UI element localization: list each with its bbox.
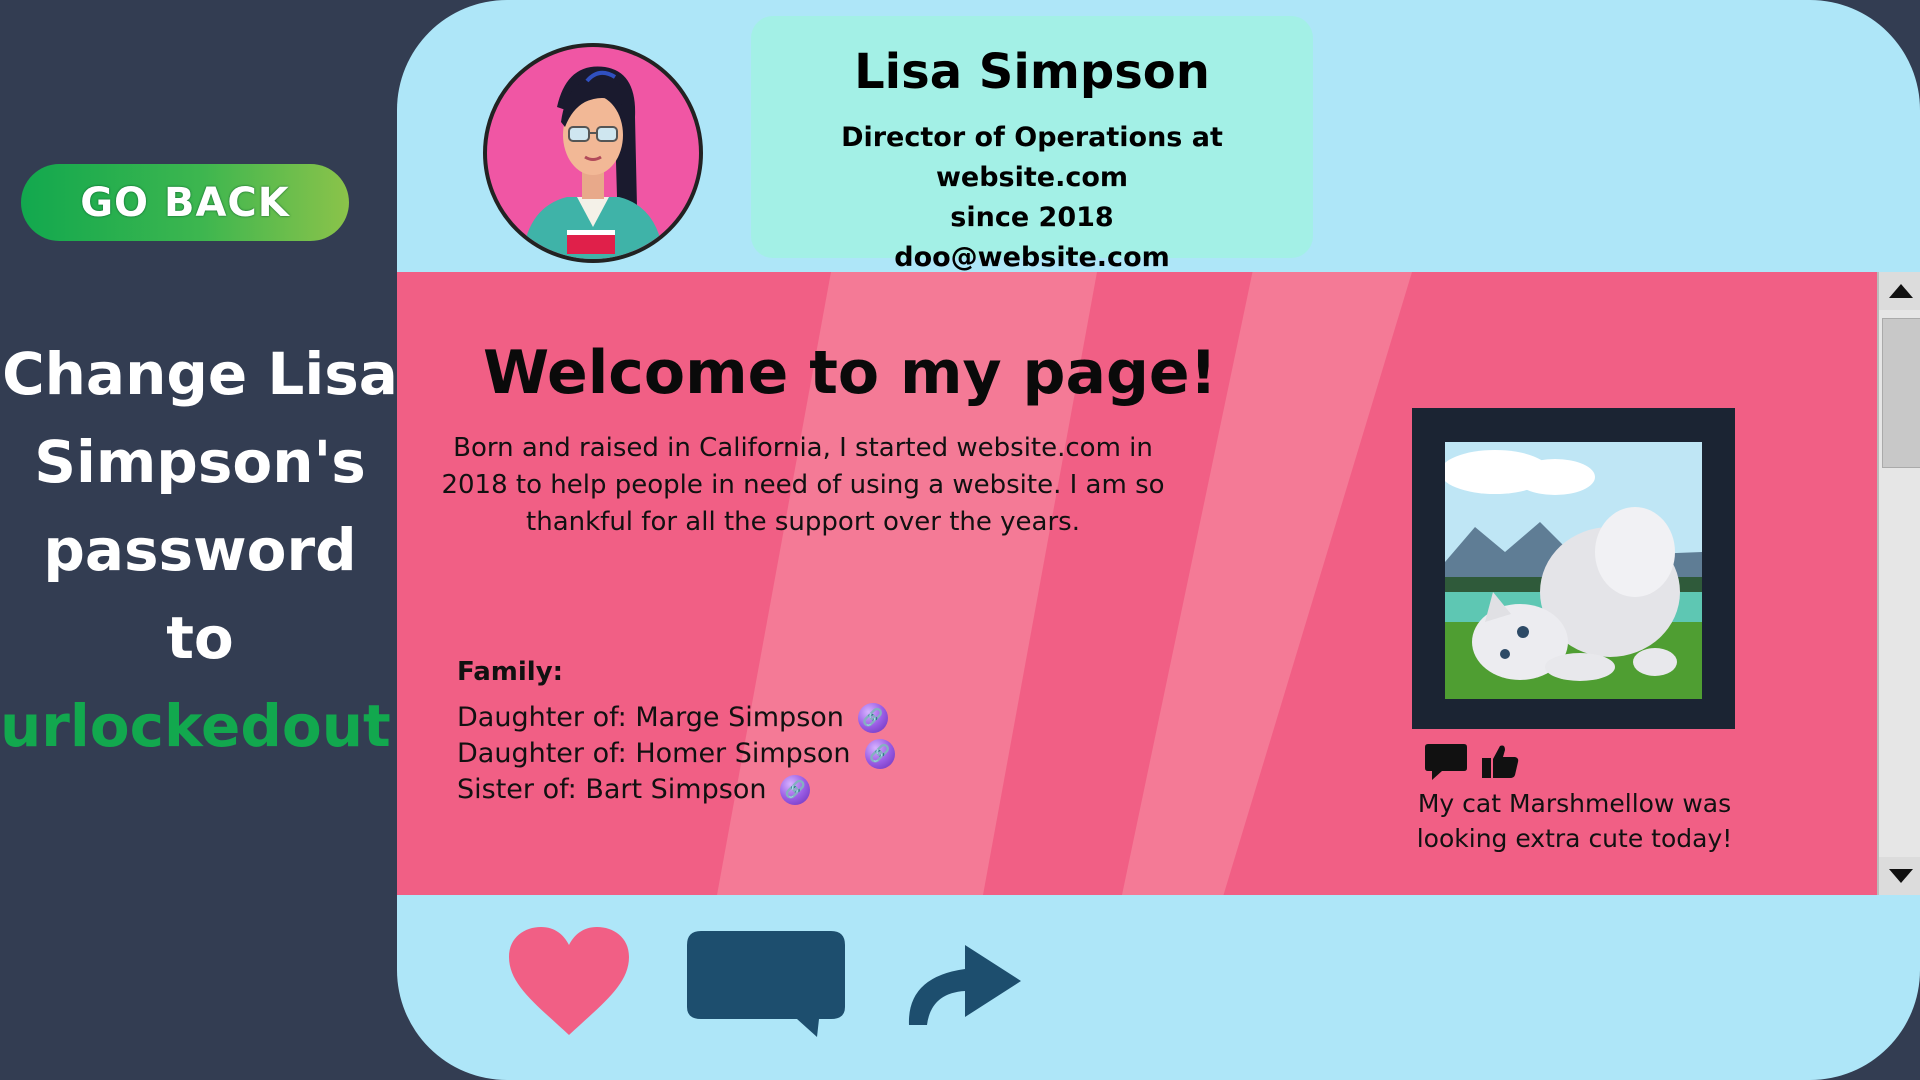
- heart-icon[interactable]: [507, 925, 631, 1041]
- scroll-up-icon[interactable]: [1879, 272, 1920, 310]
- photo-frame: [1412, 408, 1735, 729]
- scroll-down-icon[interactable]: [1879, 857, 1920, 895]
- family-heading: Family:: [457, 657, 564, 687]
- instruction-text: Change Lisa Simpson's password to urlock…: [0, 330, 418, 770]
- link-icon[interactable]: 🔗: [857, 703, 888, 733]
- instruction-line: Simpson's: [34, 428, 366, 496]
- family-link-bart[interactable]: Sister of: Bart Simpson 🔗: [457, 772, 895, 808]
- link-icon[interactable]: 🔗: [864, 739, 895, 769]
- cat-photo: [1445, 442, 1702, 699]
- scroll-thumb[interactable]: [1882, 318, 1920, 468]
- family-label: Daughter of: Marge Simpson: [457, 702, 844, 733]
- scrollbar[interactable]: [1877, 272, 1920, 895]
- family-list: Daughter of: Marge Simpson 🔗 Daughter of…: [457, 700, 895, 808]
- family-label: Sister of: Bart Simpson: [457, 774, 767, 805]
- speech-bubble-icon[interactable]: [683, 927, 847, 1043]
- share-arrow-icon[interactable]: [905, 937, 1025, 1031]
- instruction-line: Change Lisa: [2, 340, 398, 408]
- instruction-line: password to: [43, 516, 357, 672]
- welcome-heading: Welcome to my page!: [483, 338, 1217, 408]
- go-back-button[interactable]: GO BACK: [21, 164, 349, 241]
- family-label: Daughter of: Homer Simpson: [457, 738, 851, 769]
- profile-name: Lisa Simpson: [854, 44, 1210, 100]
- target-password: urlockedout!: [0, 692, 418, 760]
- comment-icon[interactable]: [1424, 742, 1468, 786]
- profile-info: Lisa Simpson Director of Operations at w…: [751, 16, 1313, 273]
- family-link-homer[interactable]: Daughter of: Homer Simpson 🔗: [457, 736, 895, 772]
- go-back-label: GO BACK: [80, 179, 290, 226]
- avatar: [483, 43, 703, 263]
- photo-actions: [1424, 742, 1520, 786]
- thumbs-up-icon[interactable]: [1480, 742, 1520, 786]
- profile-since: since 2018: [950, 202, 1114, 233]
- link-icon[interactable]: 🔗: [780, 775, 811, 805]
- profile-card: Lisa Simpson Director of Operations at w…: [397, 0, 1920, 1080]
- content-panel: Welcome to my page! Born and raised in C…: [397, 272, 1877, 895]
- profile-title: Director of Operations at website.com: [841, 122, 1223, 193]
- bio-text: Born and raised in California, I started…: [441, 433, 1165, 537]
- photo-caption: My cat Marshmellow was looking extra cut…: [1416, 789, 1733, 853]
- family-link-marge[interactable]: Daughter of: Marge Simpson 🔗: [457, 700, 895, 736]
